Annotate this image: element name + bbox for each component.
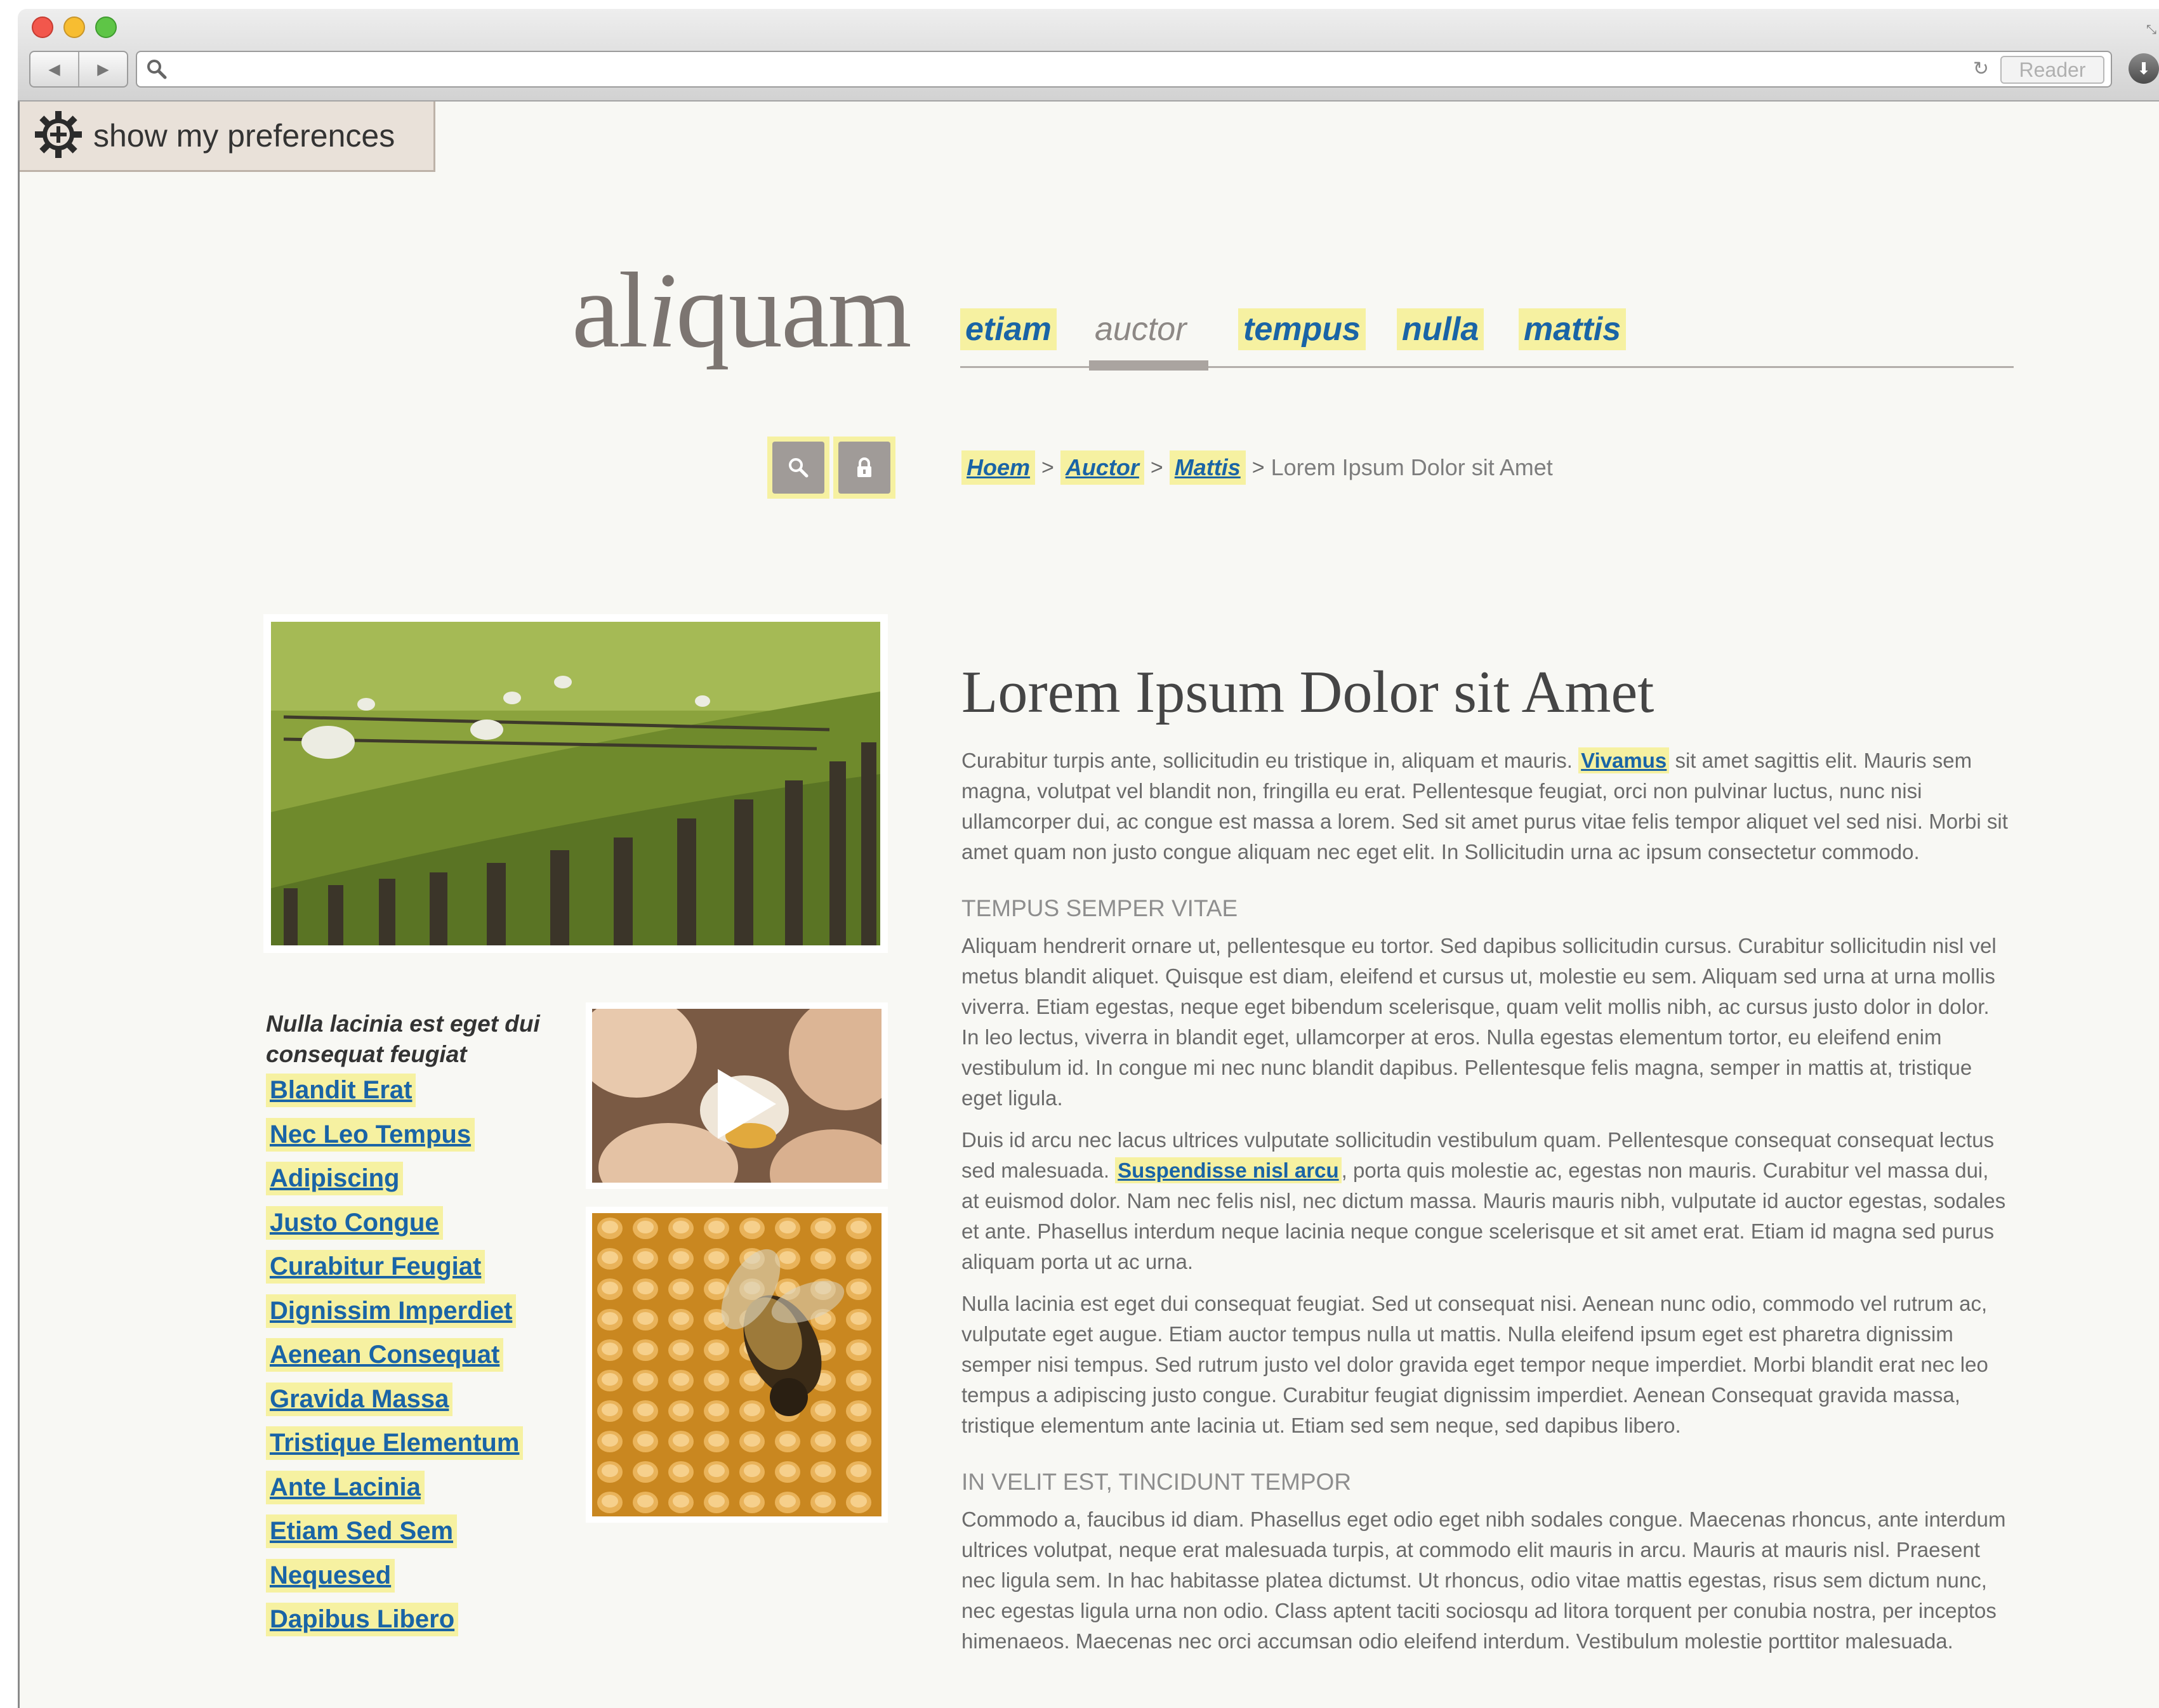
- article-paragraph: Curabitur turpis ante, sollicitudin eu t…: [961, 746, 2011, 867]
- nav-item-nulla[interactable]: nulla: [1397, 308, 1484, 350]
- sidebar-links: Blandit Erat Nec Leo Tempus Adipiscing J…: [266, 1074, 524, 1647]
- chevron-right-icon: >: [1041, 455, 1054, 480]
- list-item: Dignissim Imperdiet: [266, 1294, 523, 1339]
- list-item: Etiam Sed Sem: [266, 1514, 523, 1559]
- list-item: Nec Leo Tempus: [266, 1117, 523, 1162]
- article-paragraph: Duis id arcu nec lacus ultrices vulputat…: [961, 1125, 2011, 1277]
- list-item: Dapibus Libero: [266, 1603, 523, 1647]
- sidebar-link-nequesed[interactable]: Nequesed: [266, 1558, 395, 1593]
- web-page: show my preferences aliquam etiam auctor…: [18, 102, 2159, 1708]
- sidebar-link-curabitur-feugiat[interactable]: Curabitur Feugiat: [266, 1250, 485, 1284]
- list-item: Ante Lacinia: [266, 1470, 523, 1515]
- download-icon[interactable]: ⬇: [2129, 53, 2159, 84]
- section-heading: IN VELIT EST, TINCIDUNT TEMPOR: [961, 1469, 1352, 1495]
- hero-image: [263, 614, 888, 953]
- list-item: Justo Congue: [266, 1205, 523, 1251]
- sidebar-link-nec-leo-tempus[interactable]: Nec Leo Tempus: [266, 1117, 475, 1152]
- resize-arrow-icon: ⤡: [2146, 23, 2156, 37]
- sidebar-link-gravida-massa[interactable]: Gravida Massa: [266, 1382, 453, 1416]
- list-item: Tristique Elementum: [266, 1426, 524, 1471]
- breadcrumb-mattis[interactable]: Mattis: [1169, 450, 1246, 485]
- sidebar-title: Nulla lacinia est eget dui consequat feu…: [266, 1011, 540, 1067]
- nav-item-tempus[interactable]: tempus: [1238, 308, 1366, 350]
- back-arrow-icon[interactable]: ◀: [30, 52, 78, 86]
- close-window-icon[interactable]: [32, 16, 53, 38]
- page-title: Lorem Ipsum Dolor sit Amet: [961, 659, 1654, 725]
- preferences-label: show my preferences: [93, 118, 395, 154]
- main-nav: etiam auctor tempus nulla mattis: [960, 297, 2014, 368]
- nav-item-auctor[interactable]: auctor: [1090, 308, 1192, 350]
- list-item: Curabitur Feugiat: [266, 1250, 523, 1294]
- site-logo[interactable]: aliquam: [572, 256, 912, 364]
- sidebar-link-dapibus-libero[interactable]: Dapibus Libero: [266, 1603, 459, 1636]
- sidebar-link-justo-congue[interactable]: Justo Congue: [266, 1205, 443, 1240]
- browser-toolbar: ◀ ▶ ↻ Reader ⬇ ⤡: [18, 9, 2159, 102]
- sidebar-link-dignissim-imperdiet[interactable]: Dignissim Imperdiet: [266, 1294, 517, 1328]
- list-item: Blandit Erat: [266, 1074, 523, 1118]
- search-icon: [772, 442, 824, 494]
- text-span: Curabitur turpis ante, sollicitudin eu t…: [961, 749, 1579, 773]
- breadcrumb-auctor[interactable]: Auctor: [1060, 450, 1144, 485]
- sidebar-link-aenean-consequat[interactable]: Aenean Consequat: [266, 1338, 504, 1372]
- breadcrumb: Hoem > Auctor > Mattis > Lorem Ipsum Dol…: [961, 445, 1553, 490]
- video-thumbnail[interactable]: [586, 1002, 888, 1189]
- sidebar-link-etiam-sed-sem[interactable]: Etiam Sed Sem: [266, 1514, 458, 1548]
- login-button[interactable]: [833, 437, 895, 499]
- breadcrumb-home[interactable]: Hoem: [961, 450, 1036, 485]
- list-item: Gravida Massa: [266, 1382, 523, 1427]
- list-item: Adipiscing: [266, 1162, 523, 1206]
- section-heading: TEMPUS SEMPER VITAE: [961, 895, 1238, 922]
- reload-icon[interactable]: ↻: [1973, 58, 1989, 80]
- show-preferences-button[interactable]: show my preferences: [20, 102, 435, 172]
- chevron-right-icon: >: [1150, 455, 1163, 480]
- gear-plus-icon: [34, 110, 83, 162]
- article-paragraph: Nulla lacinia est eget dui consequat feu…: [961, 1292, 1988, 1438]
- lock-icon: [838, 442, 890, 494]
- minimize-window-icon[interactable]: [63, 16, 85, 38]
- inline-link-suspendisse[interactable]: Suspendisse nisl arcu: [1115, 1157, 1342, 1184]
- reader-button[interactable]: Reader: [2000, 56, 2104, 84]
- article-paragraph: Aliquam hendrerit ornare ut, pellentesqu…: [961, 934, 1997, 1110]
- list-item: Nequesed: [266, 1558, 523, 1603]
- sidebar-link-blandit-erat[interactable]: Blandit Erat: [266, 1074, 416, 1107]
- search-button[interactable]: [767, 437, 829, 499]
- inline-link-vivamus[interactable]: Vivamus: [1578, 747, 1670, 774]
- breadcrumb-current: Lorem Ipsum Dolor sit Amet: [1271, 454, 1553, 480]
- sidebar-link-ante-lacinia[interactable]: Ante Lacinia: [266, 1470, 425, 1504]
- article-paragraph: Commodo a, faucibus id diam. Phasellus e…: [961, 1508, 2006, 1653]
- sidebar-link-adipiscing[interactable]: Adipiscing: [266, 1162, 404, 1195]
- list-item: Aenean Consequat: [266, 1338, 523, 1383]
- article: Lorem Ipsum Dolor sit Amet Curabitur tur…: [961, 659, 2011, 1657]
- nav-item-etiam[interactable]: etiam: [960, 308, 1057, 350]
- history-nav: ◀ ▶: [29, 51, 128, 88]
- bee-image: [586, 1207, 888, 1523]
- chevron-right-icon: >: [1251, 455, 1265, 480]
- zoom-window-icon[interactable]: [95, 16, 117, 38]
- nav-item-mattis[interactable]: mattis: [1519, 308, 1627, 350]
- address-bar[interactable]: ↻ Reader: [136, 51, 2112, 88]
- sidebar-link-tristique-elementum[interactable]: Tristique Elementum: [266, 1426, 524, 1460]
- forward-arrow-icon[interactable]: ▶: [78, 52, 127, 86]
- active-nav-indicator: [1089, 360, 1208, 371]
- search-icon: [146, 58, 168, 83]
